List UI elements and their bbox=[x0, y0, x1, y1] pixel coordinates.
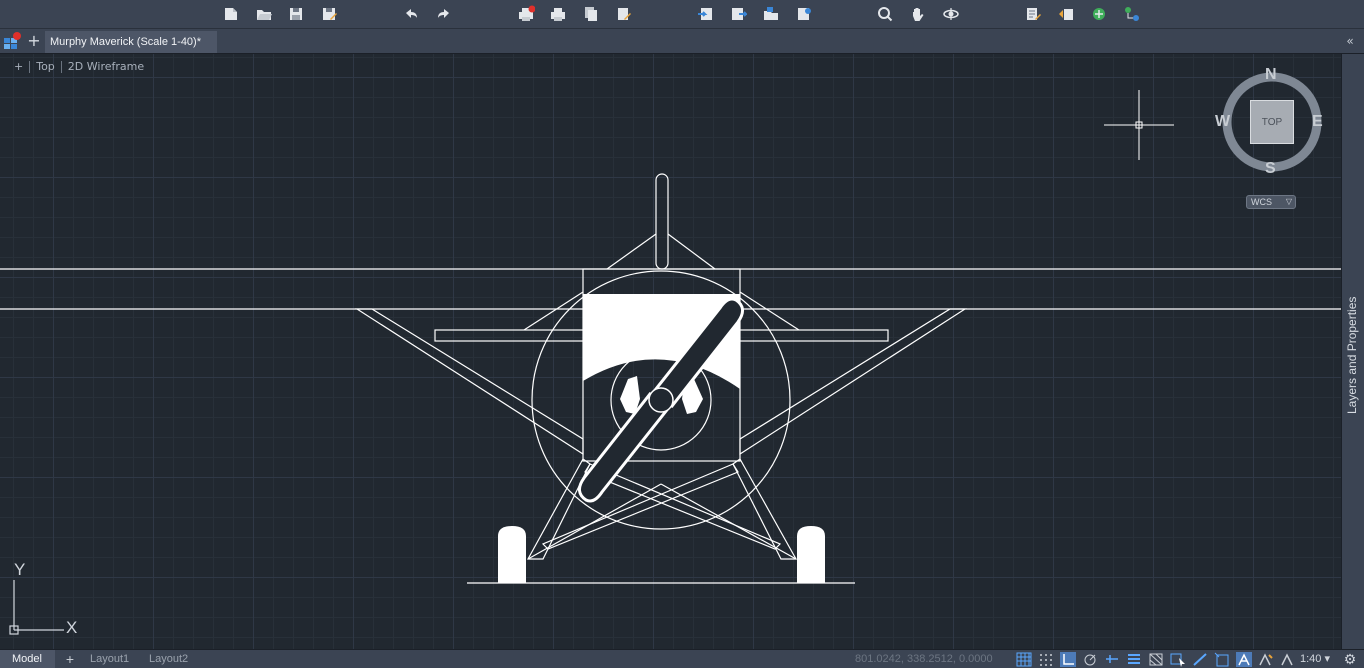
attach-icon[interactable] bbox=[760, 3, 782, 25]
strut-right bbox=[739, 308, 968, 456]
gear-leg-right bbox=[732, 458, 798, 560]
match-properties-icon[interactable] bbox=[1055, 3, 1077, 25]
transparency-icon[interactable] bbox=[1148, 652, 1164, 667]
gear-icon[interactable]: ⚙ bbox=[1342, 651, 1358, 667]
layers-palette-collapsed[interactable]: Layers and Properties bbox=[1341, 54, 1364, 649]
new-tab-button[interactable]: + bbox=[26, 31, 42, 51]
document-tab[interactable]: Murphy Maverick (Scale 1-40)* bbox=[45, 31, 217, 53]
auto-scale-icon[interactable] bbox=[1280, 652, 1296, 667]
gear-cross-b bbox=[541, 463, 739, 550]
ucs-icon: Y X bbox=[6, 560, 86, 640]
import-icon[interactable] bbox=[695, 3, 717, 25]
layout-tab-2[interactable]: Layout2 bbox=[149, 650, 188, 668]
start-tab-icon[interactable] bbox=[2, 32, 22, 52]
coordinate-readout: 801.0242, 338.2512, 0.0000 bbox=[855, 653, 993, 665]
strut-left bbox=[354, 308, 584, 456]
open-icon[interactable] bbox=[253, 3, 275, 25]
annotation-scale[interactable]: 1:40 ▾ bbox=[1300, 650, 1330, 668]
batch-plot-icon[interactable] bbox=[613, 3, 635, 25]
properties-icon[interactable] bbox=[1022, 3, 1044, 25]
new-drawing-icon[interactable] bbox=[220, 3, 242, 25]
compass-south[interactable]: S bbox=[1265, 160, 1276, 178]
layer-icon[interactable] bbox=[1088, 3, 1110, 25]
wcs-menu-button[interactable]: WCS ▽ bbox=[1246, 195, 1296, 209]
selection-cycling-icon[interactable] bbox=[1170, 652, 1186, 667]
pan-icon[interactable] bbox=[907, 3, 929, 25]
snap-icon[interactable] bbox=[1038, 652, 1054, 667]
quick-access-toolbar bbox=[0, 0, 1364, 29]
compass-east[interactable]: E bbox=[1312, 113, 1323, 131]
tail-brace-left bbox=[606, 233, 657, 270]
viewcube-top-face[interactable]: TOP bbox=[1250, 100, 1294, 144]
viewcube[interactable]: N S E W TOP bbox=[1210, 64, 1330, 184]
save-as-icon[interactable] bbox=[318, 3, 340, 25]
publish-icon[interactable] bbox=[580, 3, 602, 25]
grid-icon[interactable] bbox=[1016, 652, 1032, 667]
wheel-left bbox=[498, 526, 526, 583]
file-tab-bar: + Murphy Maverick (Scale 1-40)* « bbox=[0, 29, 1364, 54]
undo-icon[interactable] bbox=[400, 3, 422, 25]
drawing-canvas[interactable]: + Top 2D Wireframe N S E W TOP WCS ▽ Y X bbox=[0, 54, 1341, 649]
print-preview-icon[interactable] bbox=[547, 3, 569, 25]
stab-brace-left bbox=[523, 291, 584, 331]
status-bar: Model + Layout1 Layout2 801.0242, 338.25… bbox=[0, 649, 1364, 668]
annotation-visibility-icon[interactable] bbox=[1258, 652, 1274, 667]
model-tab[interactable]: Model bbox=[0, 650, 55, 668]
gear-brace-right bbox=[660, 483, 797, 560]
compass-west[interactable]: W bbox=[1215, 113, 1230, 131]
orbit-icon[interactable] bbox=[940, 3, 962, 25]
wcs-label: WCS bbox=[1251, 197, 1272, 207]
zoom-icon[interactable] bbox=[874, 3, 896, 25]
polar-icon[interactable] bbox=[1082, 652, 1098, 667]
osnap-icon[interactable] bbox=[1192, 652, 1208, 667]
ucs-y-label: Y bbox=[14, 560, 26, 579]
annotation-monitor-icon[interactable] bbox=[1236, 652, 1252, 667]
etransmit-icon[interactable] bbox=[793, 3, 815, 25]
layer-states-icon[interactable] bbox=[1121, 3, 1143, 25]
ucs-x-label: X bbox=[66, 618, 78, 637]
compass-north[interactable]: N bbox=[1265, 66, 1277, 84]
tail-brace-right bbox=[667, 233, 716, 270]
crosshair-cursor bbox=[1104, 90, 1174, 160]
collapse-tabs-button[interactable]: « bbox=[1342, 32, 1358, 50]
palette-title[interactable]: Layers and Properties bbox=[1345, 297, 1359, 414]
redo-icon[interactable] bbox=[433, 3, 455, 25]
plot-icon[interactable] bbox=[515, 3, 537, 25]
chevron-down-icon: ▽ bbox=[1285, 197, 1292, 206]
export-icon[interactable] bbox=[727, 3, 749, 25]
stab-brace-right bbox=[739, 291, 800, 331]
layout-tab-1[interactable]: Layout1 bbox=[90, 650, 129, 668]
isodraft-icon[interactable] bbox=[1104, 652, 1120, 667]
dynamic-ucs-icon[interactable] bbox=[1214, 652, 1230, 667]
vertical-tail bbox=[655, 173, 669, 270]
wheel-right bbox=[797, 526, 825, 583]
save-icon[interactable] bbox=[285, 3, 307, 25]
annotation-scale-value: 1:40 bbox=[1300, 653, 1322, 665]
ortho-icon[interactable] bbox=[1060, 652, 1076, 667]
new-layout-button[interactable]: + bbox=[62, 650, 78, 668]
lineweight-icon[interactable] bbox=[1126, 652, 1142, 667]
